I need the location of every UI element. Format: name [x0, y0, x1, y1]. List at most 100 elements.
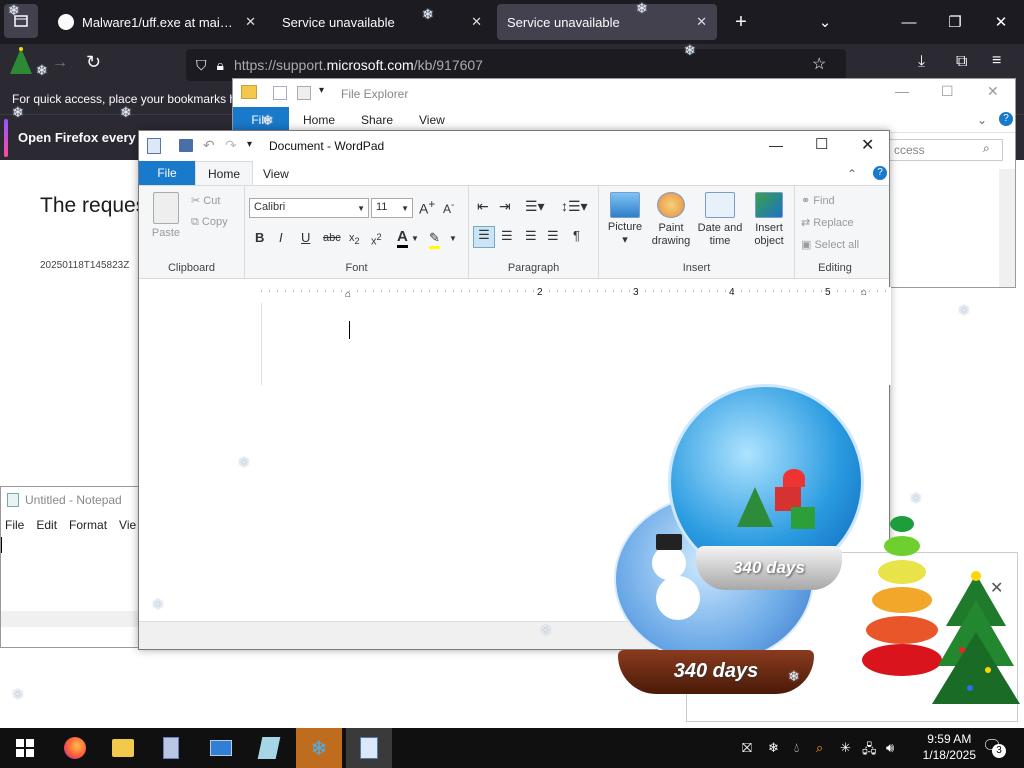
- maximize-icon[interactable]: ❐: [932, 0, 978, 44]
- minimize-icon[interactable]: —: [769, 137, 783, 153]
- find-button[interactable]: ⚭ Find: [801, 194, 835, 207]
- file-explorer-titlebar[interactable]: ▾ File Explorer — ☐ ✕: [233, 79, 1015, 107]
- bookmark-star-icon[interactable]: ☆: [812, 54, 826, 74]
- search-tray-icon[interactable]: ⌕: [816, 740, 823, 756]
- taskbar-app-2[interactable]: [198, 728, 244, 768]
- taskbar-wordpad[interactable]: [346, 728, 392, 768]
- document-area[interactable]: [261, 303, 891, 385]
- tray-icon-2[interactable]: ❄: [768, 740, 779, 756]
- tab-service-unavailable-2[interactable]: Service unavailable ✕: [497, 4, 717, 40]
- justify-icon[interactable]: ☰: [547, 228, 559, 244]
- lock-icon[interactable]: 🔒︎: [217, 57, 224, 74]
- shrink-font-icon[interactable]: A-: [443, 200, 454, 216]
- taskbar-app-1[interactable]: [148, 728, 194, 768]
- volume-icon[interactable]: 🔊︎: [886, 740, 894, 756]
- url-bar[interactable]: ⛉ 🔒︎ https://support. microsoft.com/kb/91…: [186, 49, 846, 81]
- downloads-icon[interactable]: ⤓: [918, 53, 925, 71]
- close-window-icon[interactable]: ✕: [861, 135, 874, 155]
- redo-icon[interactable]: ↷: [225, 137, 237, 154]
- maximize-icon[interactable]: ☐: [815, 135, 828, 153]
- menu-format[interactable]: Format: [69, 518, 107, 532]
- subscript-icon[interactable]: x2: [349, 232, 360, 246]
- notepad-window[interactable]: Untitled - Notepad File Edit Format Vie: [0, 486, 140, 648]
- cut-button[interactable]: ✂︎ Cut: [191, 194, 220, 207]
- notification-center-icon[interactable]: 🗨︎ 3: [982, 736, 1006, 758]
- tab-home[interactable]: Home: [195, 161, 253, 185]
- grow-font-icon[interactable]: A+: [419, 198, 435, 217]
- line-spacing-icon[interactable]: ↕☰▾: [561, 198, 588, 215]
- drop-icon[interactable]: 💧︎: [794, 740, 799, 756]
- tab-view[interactable]: View: [419, 113, 445, 127]
- menu-view[interactable]: Vie: [119, 518, 136, 532]
- copy-button[interactable]: ⧉ Copy: [191, 216, 228, 229]
- undo-icon[interactable]: ↶: [203, 137, 215, 154]
- menu-file[interactable]: File: [5, 518, 24, 532]
- paragraph-settings-icon[interactable]: ¶: [573, 228, 580, 243]
- extensions-icon[interactable]: ⧉: [956, 53, 967, 71]
- close-tab-icon[interactable]: ✕: [471, 14, 482, 30]
- collapse-ribbon-chevron-icon[interactable]: ⌃: [847, 167, 857, 181]
- right-indent-marker[interactable]: ⌂: [861, 287, 867, 298]
- align-center-icon[interactable]: ☰: [501, 228, 513, 244]
- tab-share[interactable]: Share: [361, 113, 393, 127]
- save-icon[interactable]: [179, 139, 193, 152]
- help-icon[interactable]: ?: [999, 112, 1013, 126]
- insert-object-button[interactable]: Insert object: [747, 192, 791, 248]
- properties-icon[interactable]: [273, 86, 287, 100]
- close-tab-icon[interactable]: ✕: [245, 14, 256, 30]
- strikethrough-icon[interactable]: abc: [323, 232, 341, 244]
- bullets-icon[interactable]: ☰▾: [525, 198, 545, 215]
- network-icon[interactable]: 🖧︎: [862, 740, 877, 762]
- brightness-icon[interactable]: ✳: [840, 740, 851, 756]
- shield-icon[interactable]: ⛉: [196, 57, 207, 74]
- tab-file[interactable]: File: [139, 161, 195, 185]
- start-button[interactable]: [2, 728, 48, 768]
- new-folder-icon[interactable]: [297, 86, 311, 100]
- paste-button[interactable]: Paste: [147, 192, 185, 239]
- picture-button[interactable]: Picture ▾: [603, 192, 647, 246]
- indent-marker[interactable]: ⌂: [345, 289, 351, 300]
- tab-home[interactable]: Home: [303, 113, 335, 127]
- tray-icon-1[interactable]: ⛝: [742, 740, 752, 756]
- replace-button[interactable]: ⇄ Replace: [801, 216, 854, 229]
- minimize-icon[interactable]: —: [886, 0, 932, 44]
- clock[interactable]: 9:59 AM 1/18/2025: [923, 731, 976, 763]
- font-color-icon[interactable]: A: [397, 228, 408, 248]
- ruler[interactable]: ⌂ 2 3 4 5 ⌂: [261, 287, 891, 303]
- select-all-button[interactable]: ▣ Select all: [801, 238, 859, 251]
- help-icon[interactable]: ?: [873, 166, 887, 180]
- dropdown-icon[interactable]: ▼: [411, 234, 419, 243]
- tab-github[interactable]: Malware1/uff.exe at main · win... ✕: [48, 4, 266, 40]
- align-right-icon[interactable]: ☰: [525, 228, 537, 244]
- list-tabs-chevron-icon[interactable]: ⌄: [802, 0, 848, 44]
- underline-icon[interactable]: U: [301, 230, 310, 245]
- wordpad-titlebar[interactable]: ↶ ↷ ▾ Document - WordPad — ☐ ✕: [139, 131, 889, 161]
- taskbar-snow-app[interactable]: ❄: [296, 728, 342, 768]
- decrease-indent-icon[interactable]: ⇤: [477, 198, 489, 215]
- maximize-icon[interactable]: ☐: [941, 83, 954, 100]
- taskbar-file-explorer[interactable]: [100, 728, 146, 768]
- close-window-icon[interactable]: ✕: [978, 0, 1024, 44]
- close-window-icon[interactable]: ✕: [987, 83, 999, 100]
- increase-indent-icon[interactable]: ⇥: [499, 198, 511, 215]
- new-tab-button[interactable]: +: [718, 0, 764, 44]
- highlight-icon[interactable]: ✎: [429, 230, 440, 249]
- superscript-icon[interactable]: x2: [371, 232, 382, 248]
- tab-view[interactable]: View: [263, 167, 289, 181]
- font-family-select[interactable]: Calibri ▼: [249, 198, 369, 218]
- quick-access-chevron-icon[interactable]: ▾: [319, 85, 324, 96]
- menu-icon[interactable]: ≡: [992, 52, 1001, 70]
- taskbar-firefox[interactable]: [52, 728, 98, 768]
- quick-access-chevron-icon[interactable]: ▾: [247, 139, 252, 150]
- dropdown-icon[interactable]: ▼: [449, 234, 457, 243]
- forward-icon[interactable]: →: [52, 54, 68, 72]
- align-left-icon[interactable]: ☰: [473, 226, 495, 248]
- font-size-select[interactable]: 11 ▼: [371, 198, 413, 218]
- paint-drawing-button[interactable]: Paint drawing: [649, 192, 693, 248]
- scrollbar[interactable]: [999, 169, 1015, 287]
- bold-icon[interactable]: B: [255, 230, 264, 245]
- reload-icon[interactable]: ↻: [86, 52, 101, 73]
- expand-ribbon-chevron-icon[interactable]: ⌄: [977, 113, 987, 127]
- italic-icon[interactable]: I: [279, 230, 283, 245]
- date-time-button[interactable]: Date and time: [697, 192, 743, 248]
